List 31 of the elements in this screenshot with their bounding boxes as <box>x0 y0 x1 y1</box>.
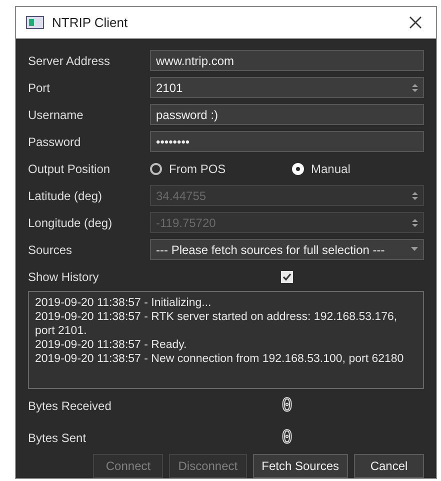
dialog-button[interactable]: Cancel <box>354 454 424 478</box>
spin-arrows-icon[interactable] <box>412 82 418 92</box>
caret-icon[interactable] <box>411 247 418 252</box>
lcd-counter: 0 <box>282 396 292 416</box>
field-label: Server Address <box>28 52 112 70</box>
field-label: Username <box>28 106 84 124</box>
checkbox[interactable] <box>281 270 293 282</box>
field-label: Output Position <box>28 160 112 178</box>
lcd-counter: 0 <box>282 428 292 448</box>
sources-dropdown[interactable]: --- Please fetch sources for full selection --- <box>150 239 424 260</box>
radio-button[interactable] <box>150 162 162 174</box>
field-label: Port <box>28 80 52 96</box>
input-field[interactable]: •••••••• <box>150 131 424 152</box>
radio-label[interactable]: Manual <box>311 160 350 178</box>
close-icon[interactable] <box>409 16 422 29</box>
spin-box[interactable]: 2101 <box>150 77 424 98</box>
input-field[interactable]: www.ntrip.com <box>150 50 424 71</box>
radio-button[interactable] <box>292 162 304 174</box>
field-label: Bytes Sent <box>28 430 88 447</box>
radio-label[interactable]: From POS <box>169 160 226 178</box>
field-label: Bytes Received <box>28 398 112 415</box>
field-label: Password <box>28 134 82 150</box>
input-field[interactable]: password :) <box>150 104 424 125</box>
app-icon <box>26 16 44 29</box>
history-log: 2019-09-20 11:38:57 - Initializing... 2019-09-20 11:38:57 - RTK server started on address: 192.168.53.176, port 2101. 2019-09-20 11:38:57 - Ready. 2019-09-20 11:38:57 - New connection from 192.168.53.100, port 62180 <box>28 291 424 389</box>
dialog-button[interactable]: Fetch Sources <box>252 454 348 478</box>
field-label: Show History <box>28 268 100 286</box>
field-label: Longitude (deg) <box>28 214 114 232</box>
field-label: Sources <box>28 242 74 258</box>
field-label: Latitude (deg) <box>28 188 104 204</box>
window-title: NTRIP Client <box>52 14 128 32</box>
